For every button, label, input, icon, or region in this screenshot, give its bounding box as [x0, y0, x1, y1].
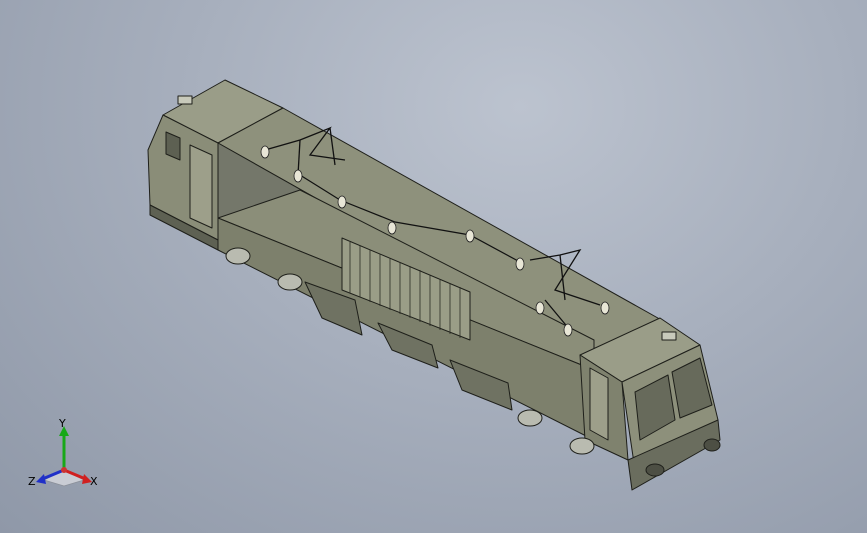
y-axis-label: Y	[59, 417, 66, 430]
front-wheel-1	[517, 409, 543, 427]
front-cab-door	[589, 367, 609, 441]
front-buffer-right	[703, 438, 721, 452]
front-wheel-2	[569, 437, 595, 455]
axis-triad: Y X Z	[22, 418, 112, 498]
z-axis-label: Z	[28, 475, 36, 488]
rear-roof-horn	[177, 95, 193, 105]
rear-wheel-2	[277, 273, 303, 291]
front-roof-horn	[661, 331, 677, 341]
rear-wheel-1	[225, 247, 251, 265]
cad-viewport[interactable]: Y X Z	[0, 0, 867, 533]
rear-cab-door	[189, 144, 213, 229]
front-buffer-left	[645, 463, 665, 477]
locomotive-model[interactable]	[0, 0, 867, 533]
x-axis-label: X	[90, 475, 98, 488]
